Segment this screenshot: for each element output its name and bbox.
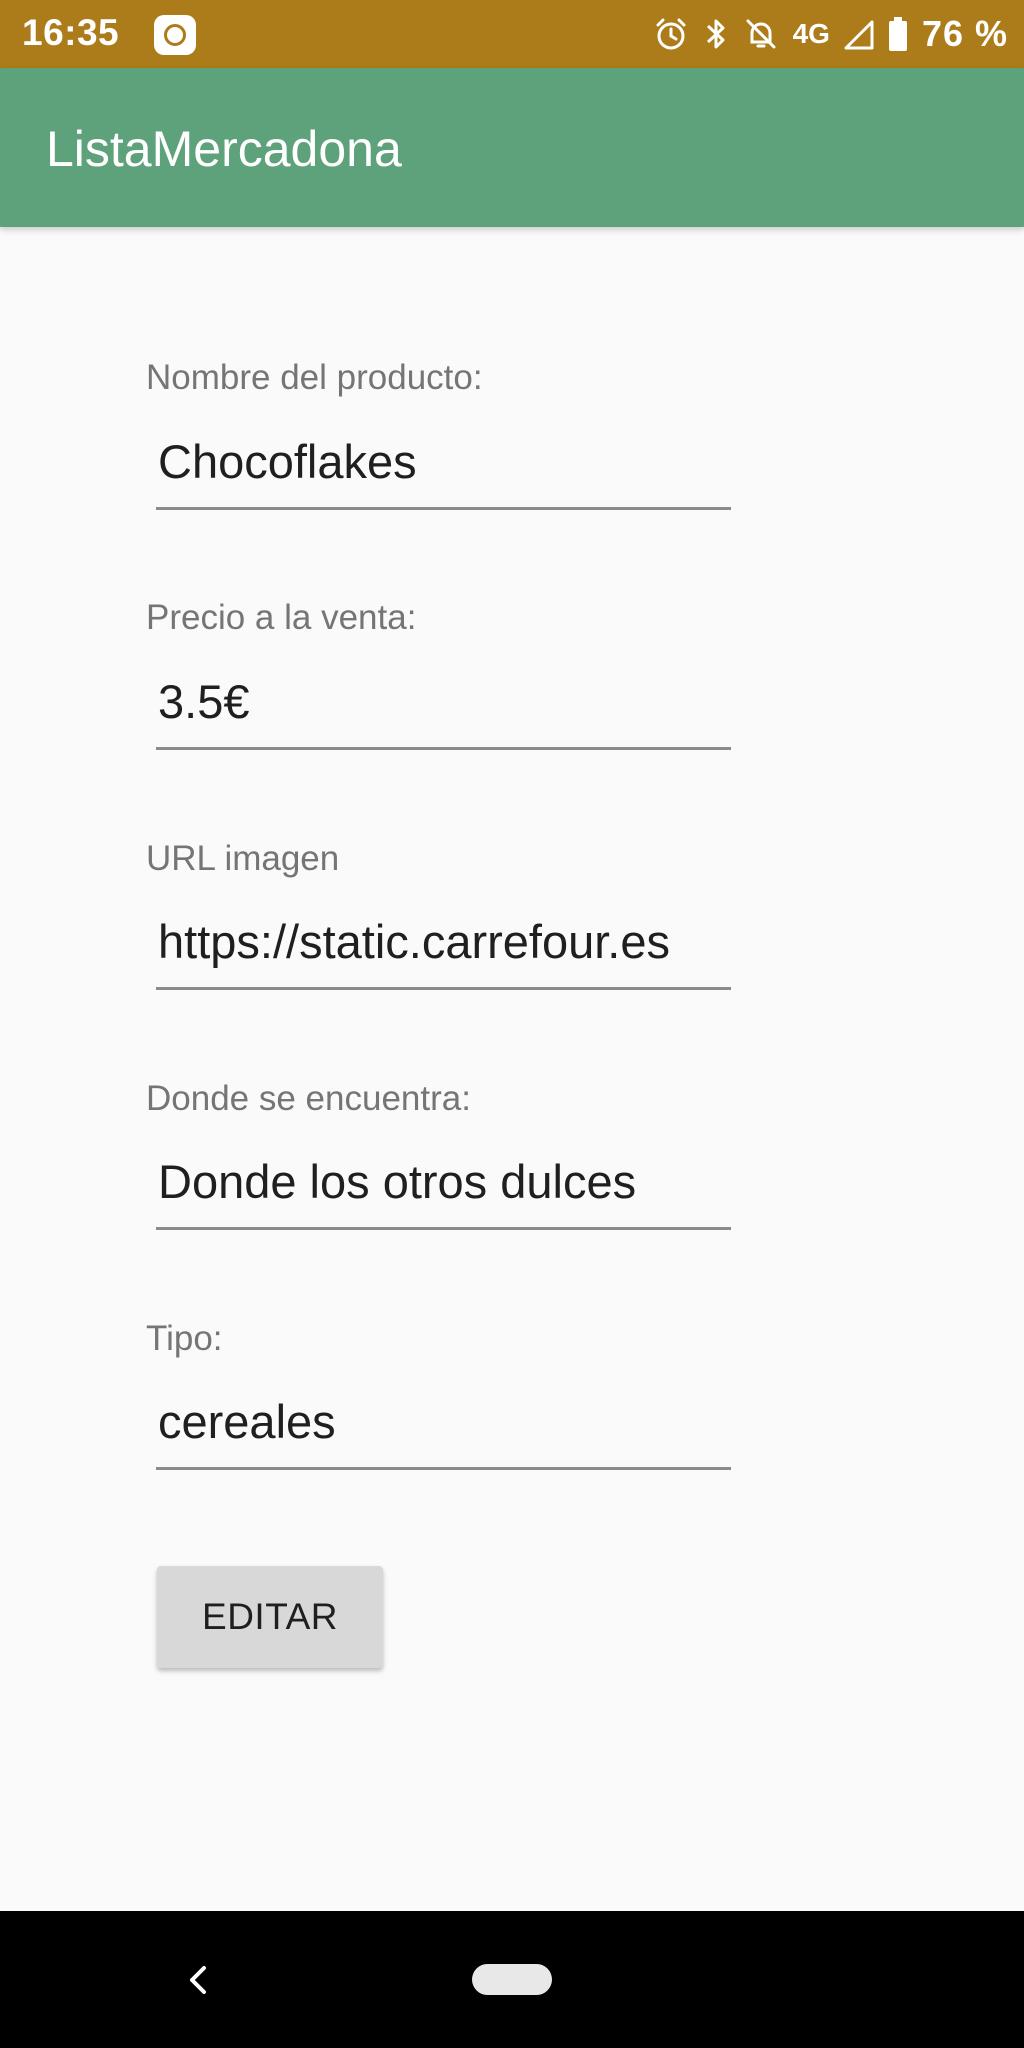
home-pill-icon[interactable] — [472, 1964, 552, 1995]
edit-button[interactable]: EDITAR — [157, 1566, 383, 1668]
url-input[interactable] — [156, 910, 731, 990]
network-type: 4G — [792, 18, 830, 49]
status-icons: 4G 76 % — [653, 0, 1008, 68]
tipo-label: Tipo: — [146, 1319, 223, 1358]
bluetooth-icon — [703, 16, 729, 52]
precio-label: Precio a la venta: — [146, 598, 417, 637]
battery-icon — [888, 16, 908, 52]
tipo-input[interactable] — [156, 1390, 731, 1470]
back-icon[interactable] — [180, 1955, 216, 2005]
url-label: URL imagen — [146, 839, 340, 878]
nombre-input[interactable] — [156, 430, 731, 510]
navigation-bar — [0, 1911, 1024, 2048]
app-title: ListaMercadona — [46, 121, 402, 177]
alarm-icon — [653, 16, 689, 52]
status-time: 16:35 — [22, 12, 120, 53]
signal-icon — [844, 18, 874, 50]
battery-percentage: 76 % — [921, 13, 1008, 54]
donde-label: Donde se encuentra: — [146, 1079, 471, 1118]
nombre-label: Nombre del producto: — [146, 358, 483, 397]
screen: 16:35 4G 76 % ListaMercadona Nombre del … — [0, 0, 1024, 2048]
app-notification-icon — [154, 15, 196, 55]
notifications-off-icon — [743, 16, 779, 52]
precio-input[interactable] — [156, 670, 731, 750]
donde-input[interactable] — [156, 1150, 731, 1230]
app-bar: ListaMercadona — [0, 68, 1024, 227]
status-bar: 16:35 4G 76 % — [0, 0, 1024, 68]
